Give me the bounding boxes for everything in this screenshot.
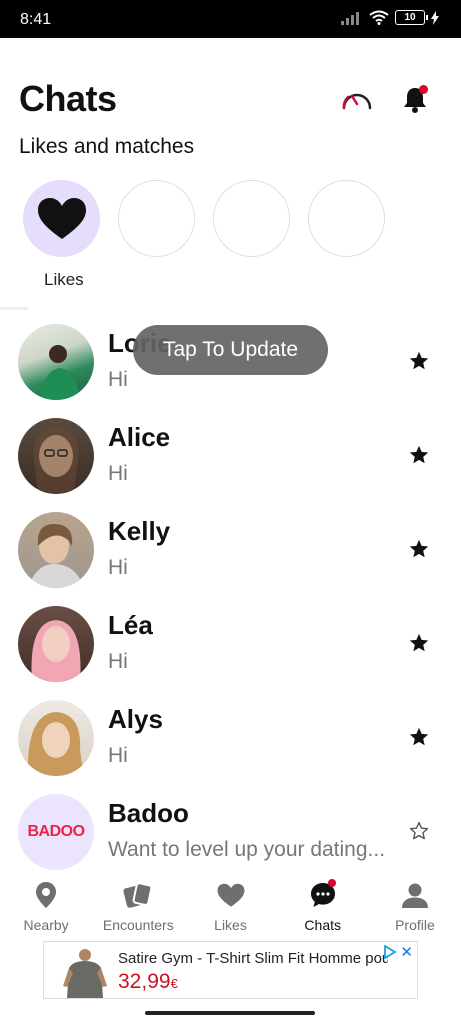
heart-icon — [217, 883, 244, 907]
match-placeholder[interactable] — [308, 180, 385, 257]
charging-icon — [431, 10, 439, 25]
ad-banner[interactable]: Satire Gym - T-Shirt Slim Fit Homme pour… — [43, 941, 418, 999]
chat-name: Léa — [108, 610, 153, 640]
nav-item-chats[interactable]: Chats — [277, 870, 369, 936]
nav-label: Likes — [214, 917, 247, 933]
chat-message: Hi — [108, 650, 128, 673]
chat-name: Alice — [108, 422, 171, 452]
status-bar: 8:41 10 — [0, 0, 461, 38]
chat-name: Alys — [108, 704, 163, 734]
ad-price: 32,99€ — [118, 970, 178, 993]
nav-item-profile[interactable]: Profile — [369, 870, 461, 936]
signal-icon — [341, 11, 359, 25]
avatar — [18, 700, 94, 776]
chat-list-item[interactable]: Léa Hi — [0, 606, 461, 700]
notification-dot — [419, 85, 428, 94]
chat-list-item[interactable]: Alice Hi — [0, 418, 461, 512]
match-placeholder[interactable] — [213, 180, 290, 257]
chat-message: Hi — [108, 556, 128, 579]
ad-product-image — [63, 949, 107, 998]
badoo-logo: BADOO — [27, 823, 85, 840]
wifi-icon — [369, 10, 389, 25]
chat-list-item[interactable]: Alys Hi — [0, 700, 461, 794]
chat-list-item[interactable]: Kelly Hi — [0, 512, 461, 606]
avatar — [18, 418, 94, 494]
heart-icon — [37, 197, 86, 239]
star-filled-icon[interactable] — [408, 350, 430, 372]
update-toast[interactable]: Tap To Update — [133, 325, 328, 375]
speedometer-icon — [342, 93, 372, 110]
chat-message: Hi — [108, 744, 128, 767]
nav-label: Nearby — [23, 917, 69, 933]
nav-item-encounters[interactable]: Encounters — [92, 870, 184, 936]
status-icons: 10 — [341, 10, 439, 25]
chat-message: Hi — [108, 368, 128, 391]
ad-choices-icon[interactable] — [383, 945, 397, 959]
battery-indicator: 10 — [395, 10, 428, 25]
chat-message: Want to level up your dating... — [108, 838, 386, 861]
chat-name: Kelly — [108, 516, 171, 546]
chat-name: Badoo — [108, 798, 189, 828]
star-outline-icon[interactable] — [408, 820, 430, 842]
bottom-navigation: Nearby Encounters Likes Chats Profile — [0, 870, 461, 936]
likes-label: Likes — [44, 270, 84, 289]
divider — [0, 307, 28, 310]
likes-matches-row — [23, 180, 385, 257]
section-title: Likes and matches — [19, 135, 195, 158]
notifications-button[interactable] — [398, 82, 432, 116]
nav-item-nearby[interactable]: Nearby — [0, 870, 92, 936]
likes-circle[interactable] — [23, 180, 100, 257]
page-title: Chats — [19, 78, 117, 119]
nav-label: Encounters — [102, 917, 174, 933]
star-filled-icon[interactable] — [408, 538, 430, 560]
status-time: 8:41 — [20, 11, 52, 28]
star-filled-icon[interactable] — [408, 444, 430, 466]
star-filled-icon[interactable] — [408, 726, 430, 748]
nav-label: Profile — [395, 917, 435, 933]
ad-close-icon[interactable]: ✕ — [400, 943, 413, 961]
nav-label: Chats — [304, 917, 341, 933]
avatar — [18, 512, 94, 588]
star-filled-icon[interactable] — [408, 632, 430, 654]
cards-icon — [123, 882, 153, 908]
badoo-logo-avatar: BADOO — [18, 794, 94, 870]
nav-item-likes[interactable]: Likes — [184, 870, 276, 936]
avatar — [18, 606, 94, 682]
chat-message: Hi — [108, 462, 128, 485]
location-pin-icon — [36, 882, 57, 908]
person-icon — [401, 883, 428, 908]
ad-title: Satire Gym - T-Shirt Slim Fit Homme pour — [118, 950, 388, 967]
match-placeholder[interactable] — [118, 180, 195, 257]
home-indicator — [145, 1011, 315, 1015]
speedometer-button[interactable] — [340, 84, 374, 114]
avatar — [18, 324, 94, 400]
